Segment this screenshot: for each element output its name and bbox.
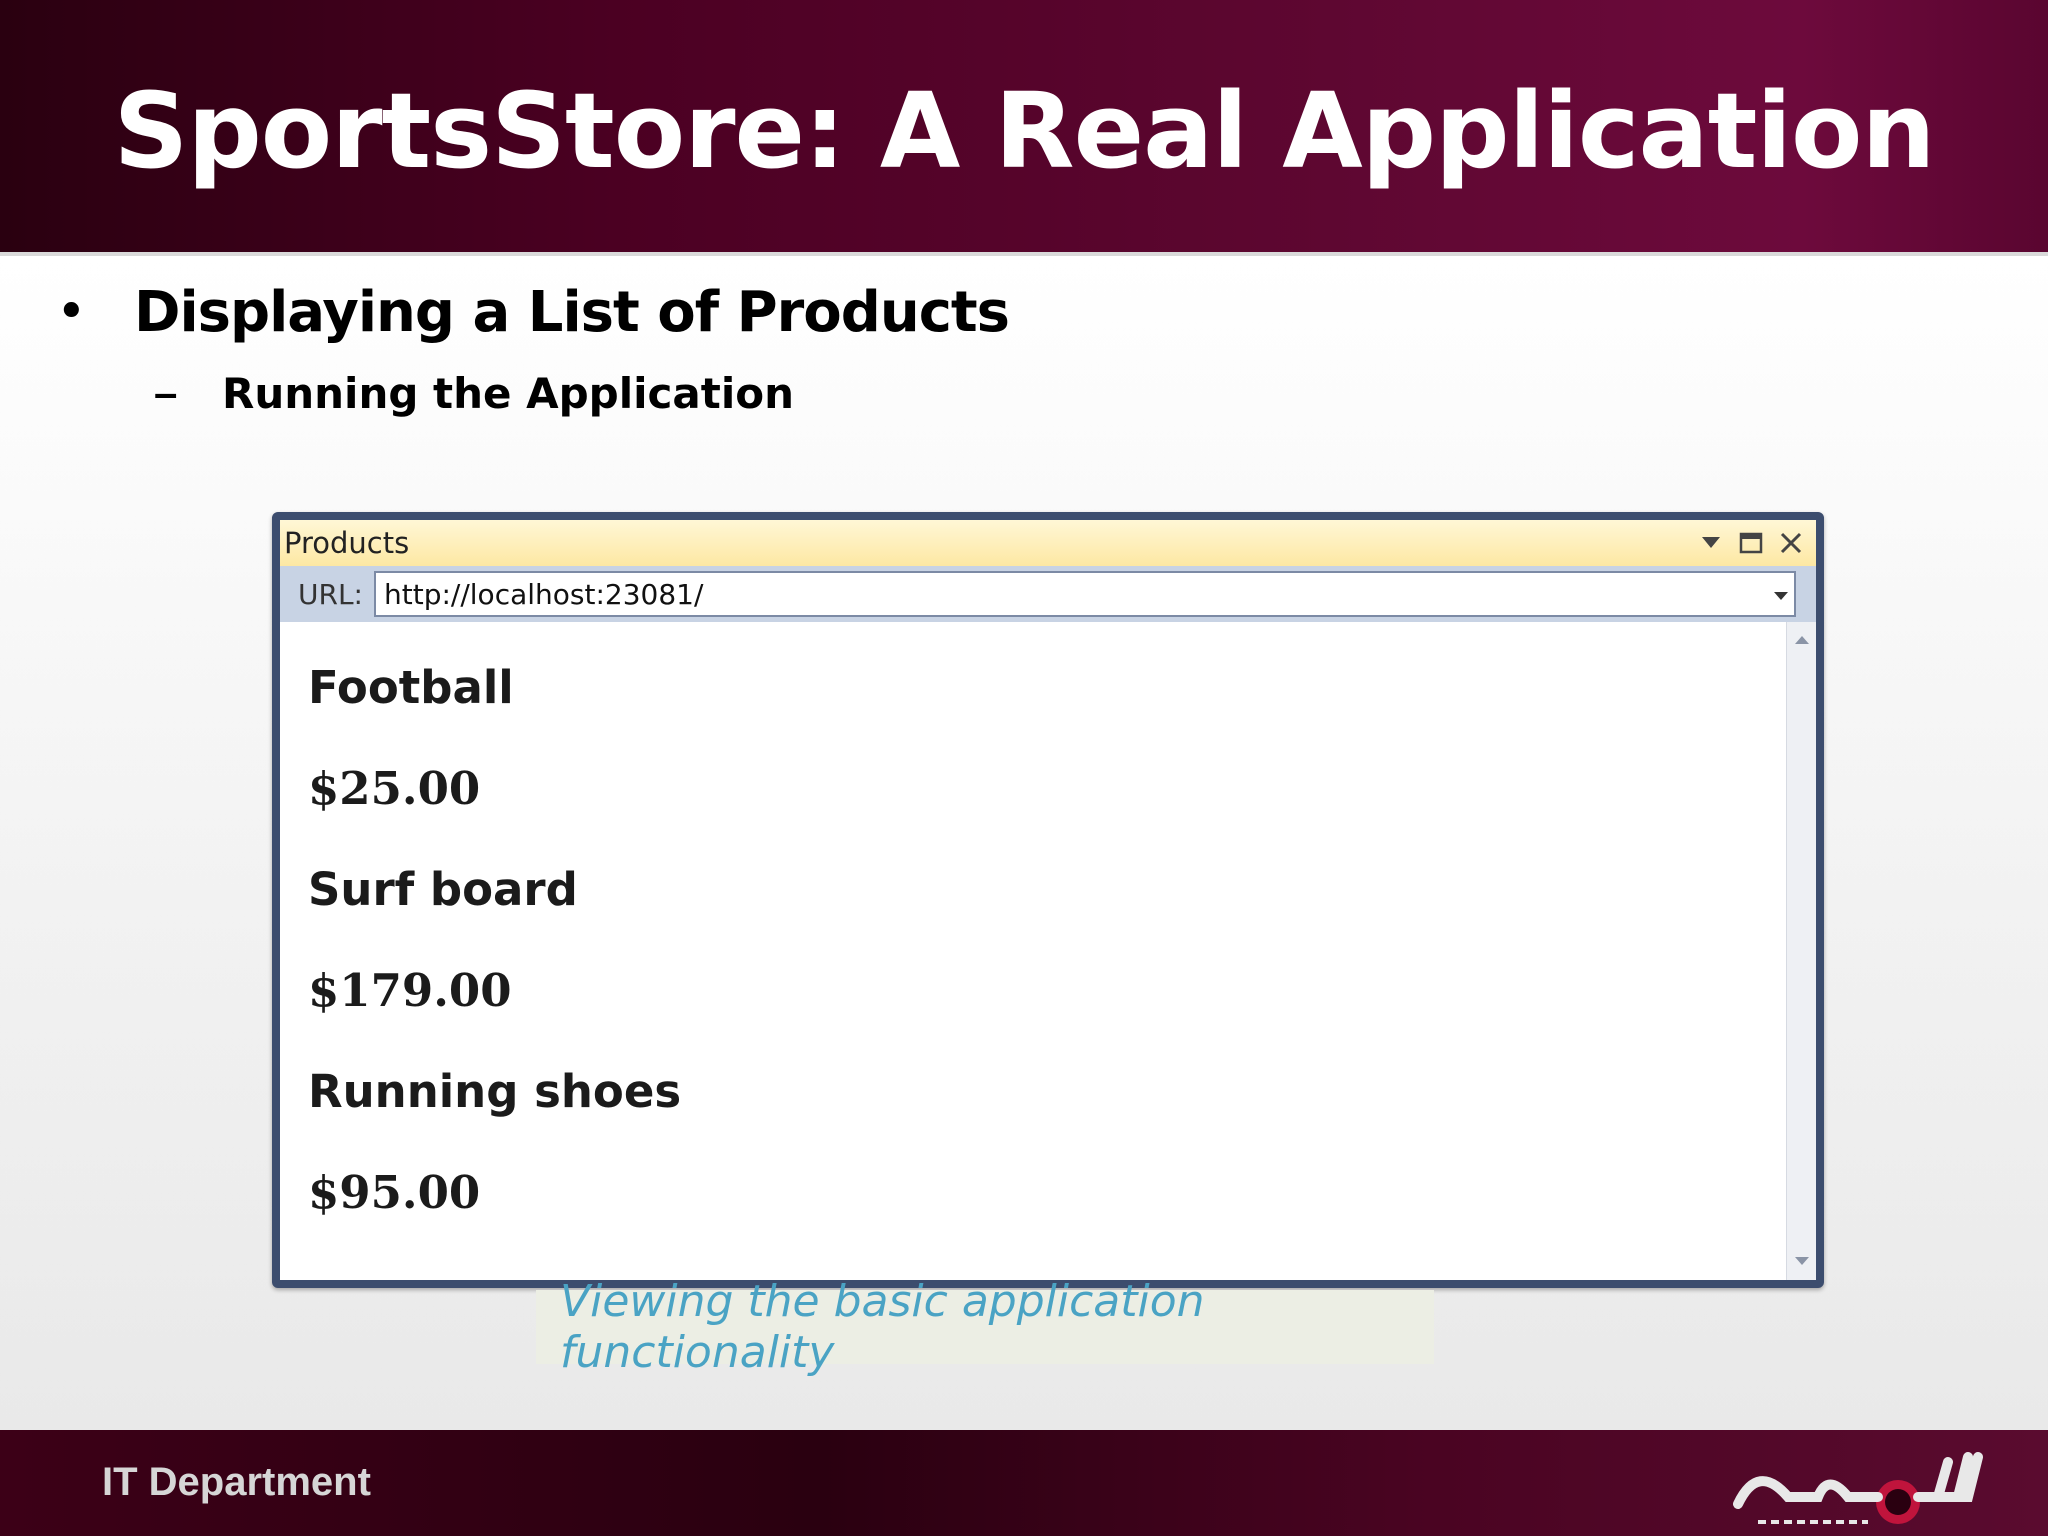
window-title: Products bbox=[284, 526, 410, 560]
close-icon[interactable] bbox=[1776, 528, 1806, 558]
vertical-scrollbar[interactable] bbox=[1786, 622, 1816, 1280]
bullet-icon: • bbox=[56, 282, 87, 342]
browser-window: Products URL: Football $25.00 bbox=[272, 512, 1824, 1288]
sub-bullet-text: Running the Application bbox=[222, 368, 795, 418]
product-price: $95.00 bbox=[308, 1166, 481, 1219]
slide-header: SportsStore: A Real Application bbox=[0, 0, 2048, 256]
department-label: IT Department bbox=[102, 1460, 371, 1504]
bullet-text: Displaying a List of Products bbox=[134, 279, 1010, 345]
product-item: Surf board $179.00 bbox=[308, 840, 681, 1042]
company-logo bbox=[1728, 1442, 1988, 1532]
chevron-down-icon[interactable] bbox=[1696, 528, 1726, 558]
slide-title: SportsStore: A Real Application bbox=[113, 70, 1935, 192]
url-field[interactable] bbox=[374, 571, 1796, 617]
slide-footer: IT Department bbox=[0, 1430, 2048, 1536]
product-price: $179.00 bbox=[308, 964, 512, 1017]
product-list: Football $25.00 Surf board $179.00 Runni… bbox=[308, 638, 681, 1244]
url-input[interactable] bbox=[384, 577, 1768, 611]
page-content: Football $25.00 Surf board $179.00 Runni… bbox=[280, 622, 1816, 1280]
maximize-icon[interactable] bbox=[1736, 528, 1766, 558]
url-dropdown-icon[interactable] bbox=[1768, 583, 1794, 606]
window-titlebar[interactable]: Products bbox=[280, 520, 1816, 566]
product-price: $25.00 bbox=[308, 762, 481, 815]
product-name: Football bbox=[308, 661, 514, 714]
dash-icon: – bbox=[154, 369, 178, 416]
product-name: Surf board bbox=[308, 863, 578, 916]
bullet-item: • Displaying a List of Products bbox=[56, 272, 1010, 352]
scroll-down-icon[interactable] bbox=[1787, 1249, 1817, 1270]
product-item: Running shoes $95.00 bbox=[308, 1042, 681, 1244]
product-name: Running shoes bbox=[308, 1065, 682, 1118]
caption-text: Viewing the basic application functional… bbox=[560, 1276, 1205, 1378]
url-bar: URL: bbox=[280, 566, 1816, 622]
sub-bullet-item: – Running the Application bbox=[154, 362, 794, 424]
scroll-up-icon[interactable] bbox=[1787, 628, 1817, 649]
url-label: URL: bbox=[298, 577, 363, 611]
product-item: Football $25.00 bbox=[308, 638, 681, 840]
figure-caption: Viewing the basic application functional… bbox=[536, 1276, 1434, 1378]
window-controls bbox=[1696, 528, 1816, 558]
